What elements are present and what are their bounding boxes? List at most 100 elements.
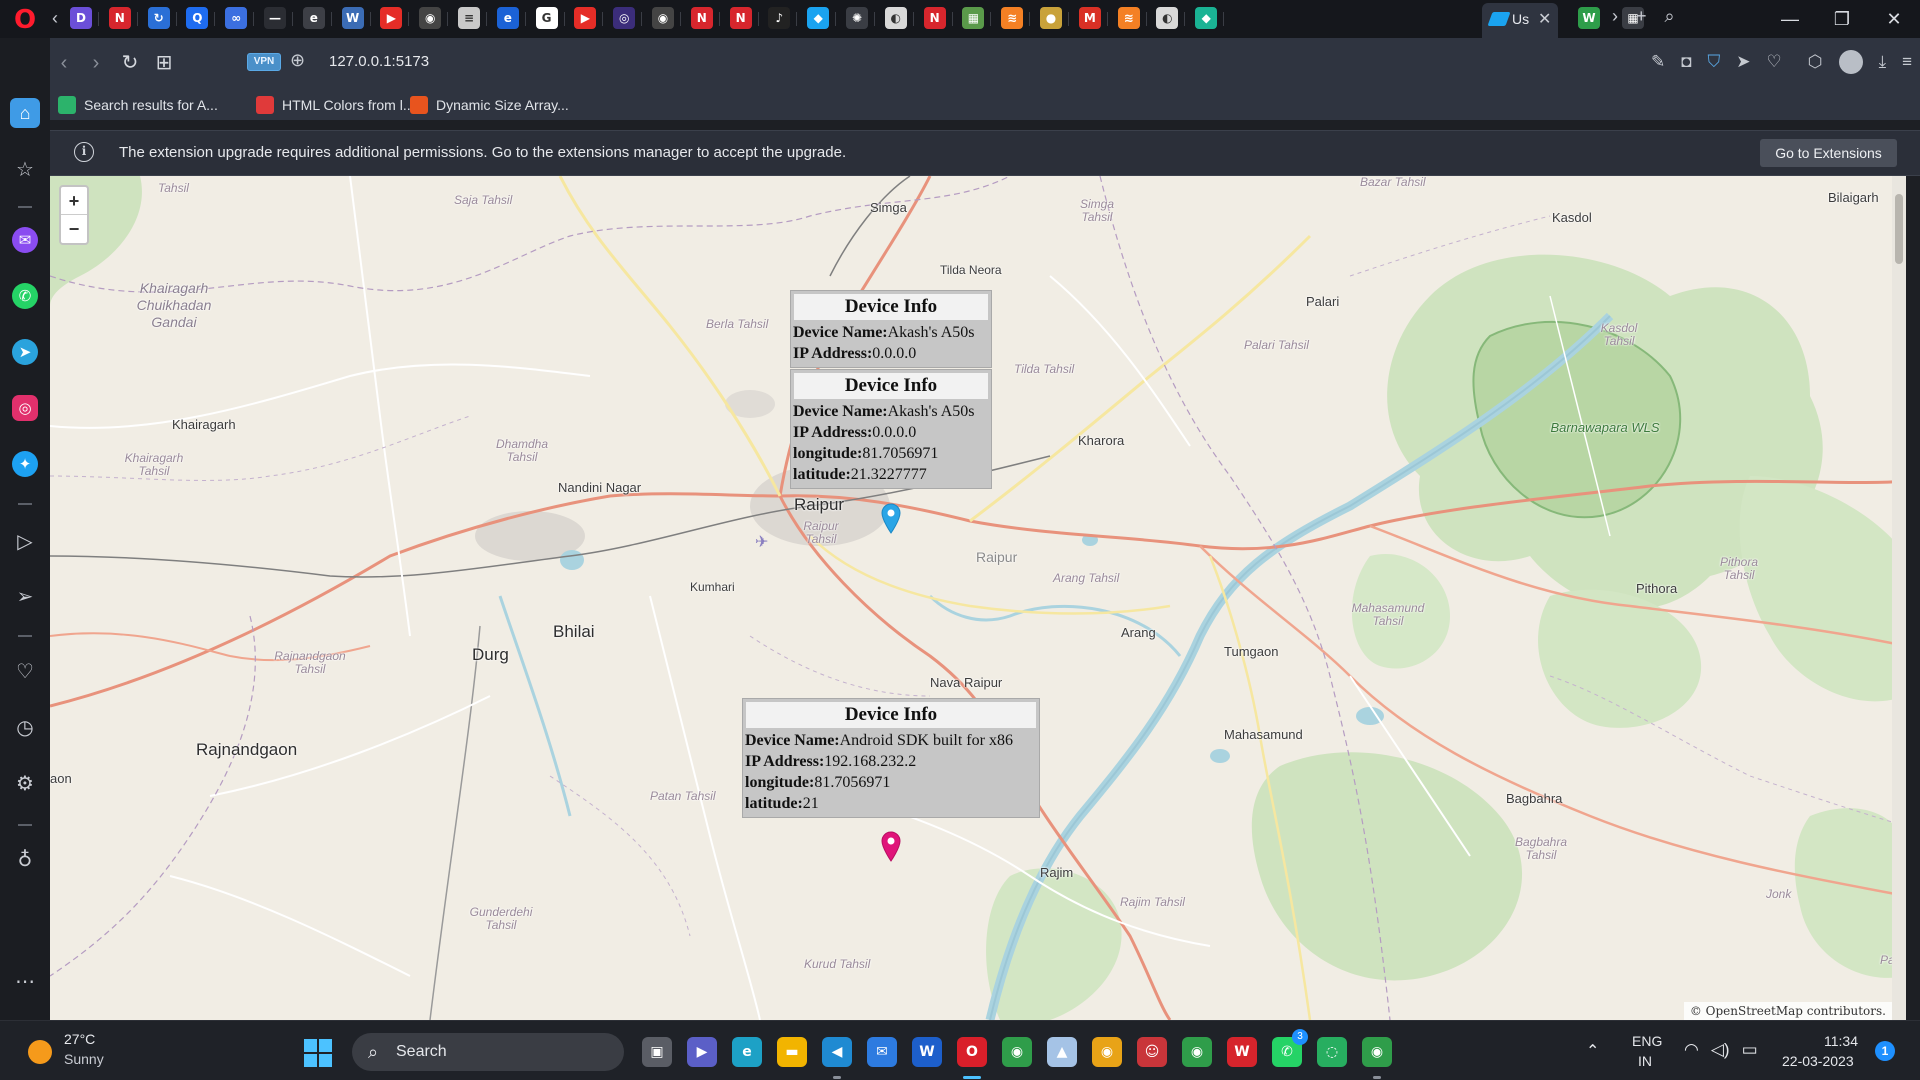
task-view-icon[interactable]: ▣ [642, 1037, 672, 1067]
dash-icon[interactable]: — [264, 7, 286, 29]
n-red-icon[interactable]: N [108, 7, 131, 29]
infinity-icon[interactable]: ∞ [225, 7, 248, 29]
url-field[interactable]: 127.0.0.1:5173 [329, 53, 429, 70]
heart-icon[interactable]: ♡ [1766, 52, 1781, 72]
device-info-popup[interactable]: Device Info Device Name:Akash's A50s IP … [790, 290, 992, 368]
youtube-icon[interactable]: ▶ [574, 7, 597, 29]
file-explorer-icon[interactable]: ▬ [777, 1037, 807, 1067]
send-icon[interactable]: ➢ [12, 583, 38, 609]
diamond-icon[interactable]: ◆ [1195, 7, 1218, 29]
sync-icon[interactable]: ↻ [147, 7, 170, 29]
scrollbar[interactable] [1892, 176, 1906, 1020]
location-marker-icon[interactable] [880, 502, 902, 534]
clock-time[interactable]: 11:34 [1824, 1033, 1858, 1049]
chatgpt-icon[interactable]: ✺ [846, 7, 868, 29]
stack-icon[interactable]: ≋ [1117, 7, 1140, 29]
tab-scroll-right-icon[interactable]: › [1612, 6, 1618, 32]
zoom-out-button[interactable]: − [61, 215, 87, 243]
edit-icon[interactable]: ✎ [1651, 52, 1665, 72]
tab-scroll-left-icon[interactable]: ‹ [52, 8, 58, 28]
q-blue-icon[interactable]: Q [186, 7, 209, 29]
globe-icon[interactable]: ◐ [884, 7, 907, 29]
avatar[interactable] [1838, 50, 1863, 74]
chrome-profile-icon[interactable]: ◉ [1362, 1037, 1392, 1067]
new-tab-icon[interactable]: + [1636, 6, 1647, 32]
send-icon[interactable]: ➤ [1736, 52, 1750, 72]
chevron-up-icon[interactable]: ⌃ [1586, 1041, 1599, 1061]
chrome-icon[interactable]: ◉ [1182, 1037, 1212, 1067]
layers-icon[interactable]: ◆ [807, 7, 830, 29]
map-attribution[interactable]: © OpenStreetMap contributors. [1683, 1002, 1892, 1020]
e-blue-icon[interactable]: e [496, 7, 519, 29]
language-indicator[interactable]: ENG [1632, 1033, 1662, 1049]
twitter-icon[interactable]: ✦ [12, 451, 38, 477]
github-icon[interactable]: ◉ [652, 7, 674, 29]
more-icon[interactable]: ⋯ [12, 968, 38, 994]
heart-icon[interactable]: ♡ [12, 658, 38, 684]
battery-icon[interactable]: ▭ [1742, 1040, 1758, 1060]
taskbar-search[interactable]: ⌕ Search [352, 1033, 624, 1071]
device-info-popup[interactable]: Device Info Device Name:Akash's A50s IP … [790, 369, 992, 489]
chrome-icon[interactable]: ◉ [1002, 1037, 1032, 1067]
opera-icon[interactable]: O [957, 1037, 987, 1067]
messenger-icon[interactable]: ✉ [12, 227, 38, 253]
reload-icon[interactable]: ↻ [116, 50, 144, 76]
chrome-canary-icon[interactable]: ◉ [1092, 1037, 1122, 1067]
close-window-icon[interactable]: ✕ [1868, 0, 1920, 38]
n-red-icon[interactable]: N [729, 7, 752, 29]
camera-icon[interactable]: ◘ [1681, 52, 1691, 72]
go-to-extensions-button[interactable]: Go to Extensions [1760, 139, 1897, 167]
windows-start-icon[interactable] [304, 1039, 332, 1067]
tab-active[interactable]: Us ✕ [1482, 3, 1558, 38]
instagram-icon[interactable]: ◎ [12, 395, 38, 421]
spinner-icon[interactable]: ◌ [1317, 1037, 1347, 1067]
vpn-badge[interactable]: VPN [247, 53, 281, 71]
wifi-icon[interactable]: ◠ [1684, 1040, 1699, 1060]
edge-icon[interactable]: e [302, 7, 325, 29]
shield-icon[interactable]: ⛉ [1707, 52, 1720, 72]
doc-icon[interactable]: ≡ [458, 7, 480, 29]
sun-icon[interactable] [28, 1040, 52, 1064]
download-icon[interactable]: ⤓ [1879, 52, 1887, 72]
restore-icon[interactable]: ❐ [1816, 0, 1868, 38]
telegram-icon[interactable]: ➤ [12, 339, 38, 365]
w-app-icon[interactable]: W [912, 1037, 942, 1067]
cube-icon[interactable]: ⬡ [1808, 52, 1823, 72]
wps-icon[interactable]: W [1227, 1037, 1257, 1067]
n-red-icon[interactable]: N [690, 7, 713, 29]
n-red-icon[interactable]: N [923, 7, 946, 29]
map-icon[interactable]: ▦ [962, 7, 985, 29]
globe-icon[interactable]: ⊕ [290, 50, 305, 71]
w-green-icon[interactable]: W [1578, 7, 1600, 29]
youtube-icon[interactable]: ▶ [380, 7, 403, 29]
clock-date[interactable]: 22-03-2023 [1782, 1053, 1854, 1069]
circle-icon[interactable]: ◎ [613, 7, 636, 29]
edge-icon[interactable]: e [732, 1037, 762, 1067]
search-tabs-icon[interactable]: ⌕ [1665, 6, 1675, 32]
teams-icon[interactable]: ▶ [687, 1037, 717, 1067]
home-icon[interactable]: ⌂ [10, 98, 40, 128]
device-info-popup[interactable]: Device Info Device Name:Android SDK buil… [742, 698, 1040, 818]
speed-dial-icon[interactable]: ⊞ [150, 50, 178, 76]
notification-badge[interactable]: 1 [1875, 1041, 1895, 1061]
scrollbar-thumb[interactable] [1895, 194, 1903, 264]
chart-app-icon[interactable]: ▲ [1047, 1037, 1077, 1067]
map-view[interactable]: ✈ Simga Tilda Neora Palari Kasdol Bilaig… [50, 176, 1906, 1020]
globe-icon[interactable]: ◐ [1156, 7, 1179, 29]
tiktok-icon[interactable]: ♪ [768, 7, 791, 29]
zoom-in-button[interactable]: + [61, 187, 87, 215]
easy-setup-icon[interactable]: ≡ [1902, 52, 1912, 72]
tab-close-icon[interactable]: ✕ [1538, 9, 1551, 29]
player-icon[interactable]: ▷ [12, 528, 38, 554]
gmail-icon[interactable]: M [1078, 7, 1101, 29]
history-icon[interactable]: ◷ [12, 714, 38, 740]
bookmark-item[interactable]: HTML Colors from l... [256, 95, 415, 115]
google-icon[interactable]: G [535, 7, 558, 29]
forward-icon[interactable]: › [82, 50, 110, 76]
lightbulb-icon[interactable]: ♁ [12, 846, 38, 872]
whatsapp-icon[interactable]: ✆ [12, 283, 38, 309]
minimize-icon[interactable]: — [1764, 0, 1816, 38]
mail-icon[interactable]: ✉ [867, 1037, 897, 1067]
opera-menu-icon[interactable]: O [10, 7, 40, 33]
d-icon[interactable]: D [70, 7, 92, 29]
